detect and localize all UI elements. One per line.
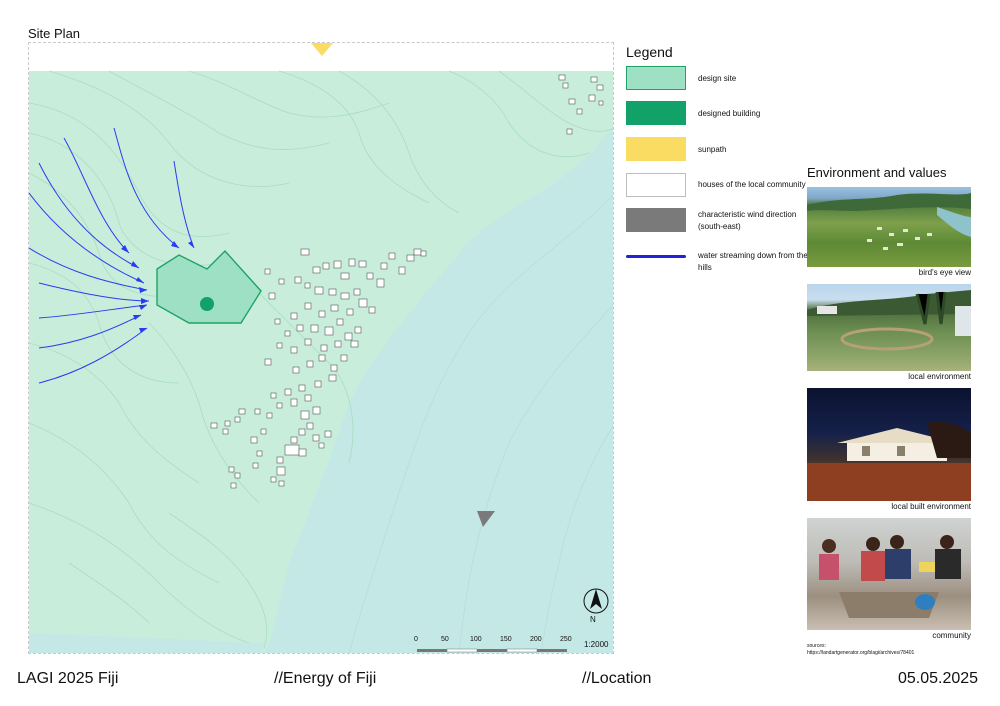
- photo-community: [807, 518, 971, 630]
- map-canvas: [29, 43, 613, 653]
- site-plan-title: Site Plan: [28, 26, 81, 41]
- sources-label: sources:: [807, 643, 826, 649]
- footer-theme: //Energy of Fiji: [274, 670, 377, 687]
- footer-project: LAGI 2025 Fiji: [17, 670, 119, 687]
- photo-caption: local environment: [908, 372, 971, 381]
- sunpath-swatch: [626, 137, 686, 161]
- scale-bar: [417, 648, 567, 653]
- legend-label: designed building: [698, 109, 761, 118]
- legend-label: characteristic wind direction (south-eas…: [698, 210, 797, 231]
- photo-birds-eye-view: [807, 187, 971, 267]
- houses-swatch: [626, 173, 686, 197]
- water-stream-line-icon: [626, 255, 686, 258]
- built-environment-scene: [807, 421, 971, 501]
- environment-title: Environment and values: [807, 165, 947, 180]
- scale-tick: 100: [470, 636, 482, 643]
- birds-eye-scene: [807, 193, 971, 250]
- photo-caption: local built environment: [891, 502, 971, 511]
- legend-label: houses of the local community: [698, 180, 806, 189]
- photo-local-environment: [807, 284, 971, 371]
- designed-building: [200, 297, 214, 311]
- legend-label: water streaming down from the hills: [698, 251, 808, 272]
- photo-caption: bird's eye view: [918, 268, 971, 277]
- legend-label: sunpath: [698, 145, 727, 154]
- scale-tick: 250: [560, 636, 572, 643]
- local-environment-scene: [807, 290, 971, 351]
- sunpath-marker: [311, 43, 333, 56]
- community-scene: [819, 535, 961, 618]
- wind-swatch: [626, 208, 686, 232]
- design-site-swatch: [626, 66, 686, 90]
- scale-tick: 150: [500, 636, 512, 643]
- scale-tick: 50: [441, 636, 449, 643]
- scale-tick: 200: [530, 636, 542, 643]
- footer-section: //Location: [582, 670, 652, 687]
- photo-local-built-environment: [807, 388, 971, 501]
- footer-date: 05.05.2025: [898, 670, 979, 687]
- north-label: N: [590, 615, 596, 624]
- legend-label: design site: [698, 74, 737, 83]
- scale-tick: 0: [414, 636, 418, 643]
- sources-note: sources: https://landartgenerator.org/bl…: [807, 643, 914, 657]
- photo-caption: community: [932, 631, 971, 640]
- legend-title: Legend: [626, 44, 673, 60]
- site-plan-map[interactable]: [28, 42, 614, 654]
- sources-link[interactable]: https://landartgenerator.org/blagi/archi…: [807, 650, 914, 657]
- scale-ratio: 1:2000: [584, 640, 609, 649]
- designed-building-swatch: [626, 101, 686, 125]
